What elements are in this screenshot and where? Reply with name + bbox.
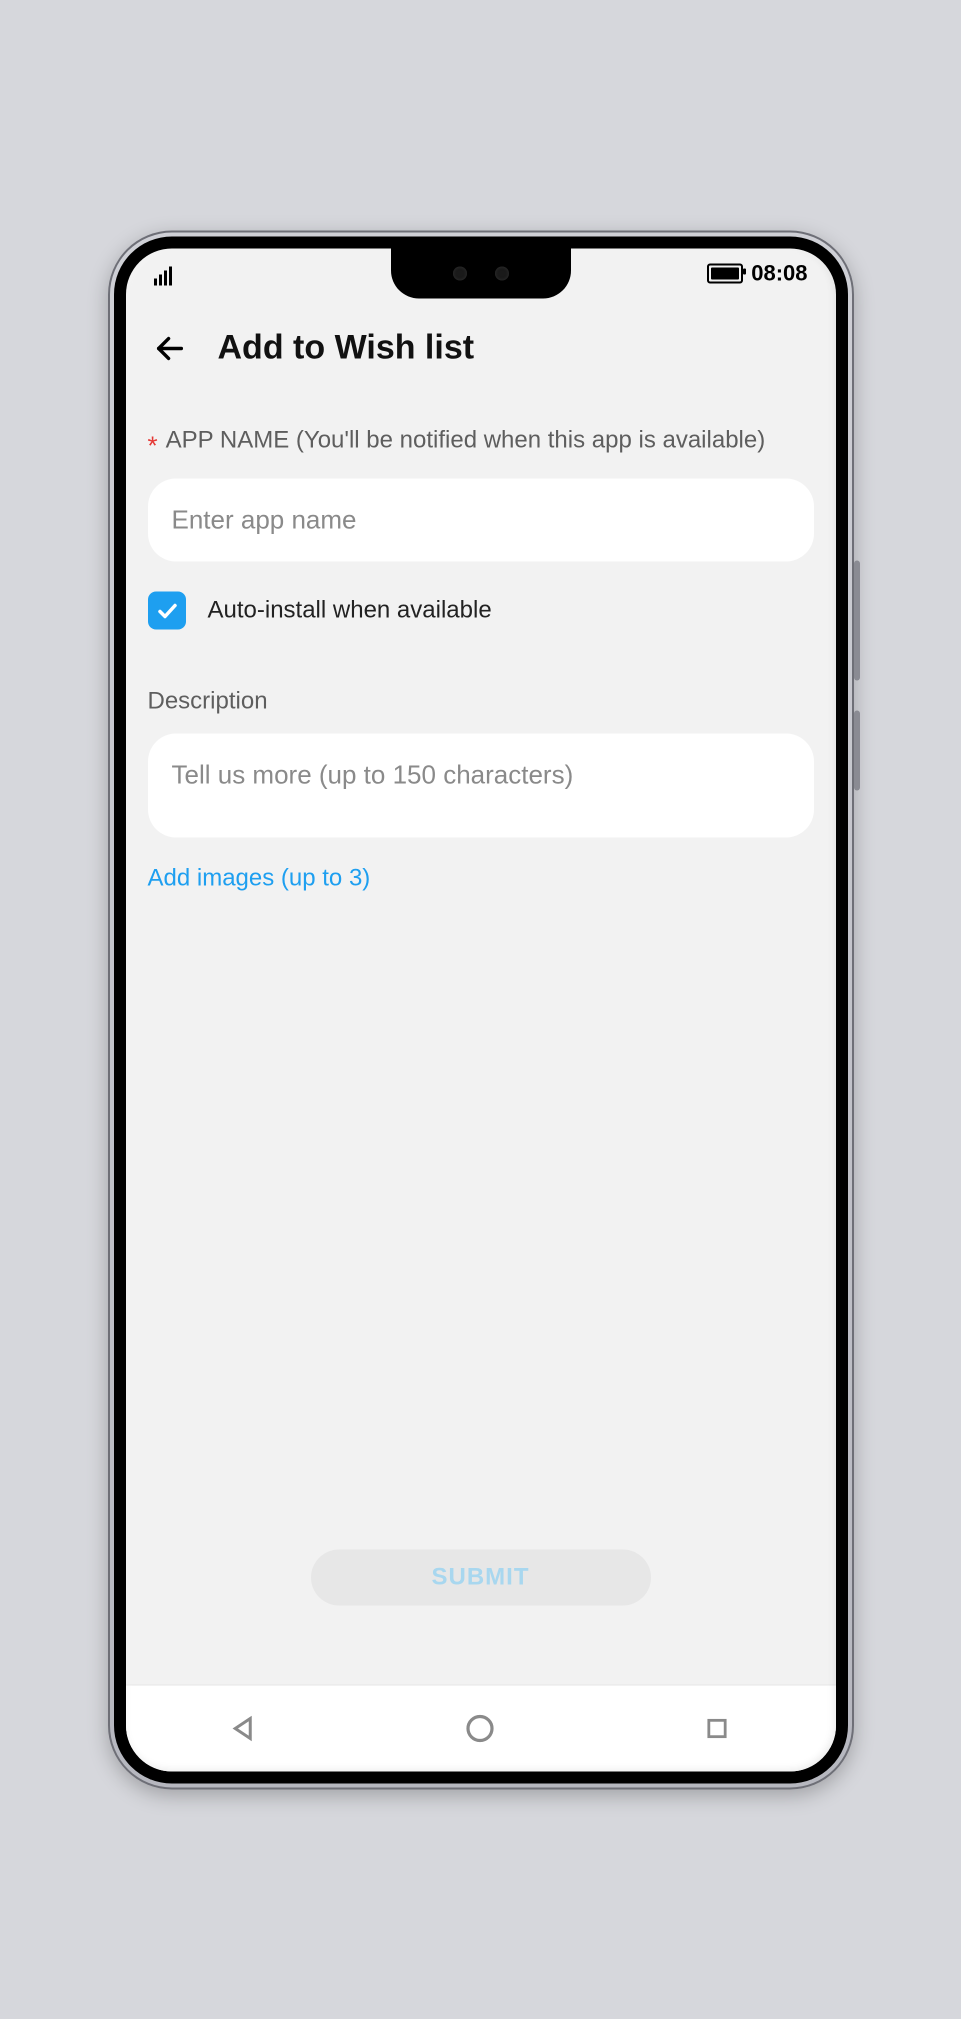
app-name-label-row: * APP NAME (You'll be notified when this…	[148, 424, 814, 458]
description-label: Description	[148, 687, 814, 715]
auto-install-row: Auto-install when available	[148, 591, 814, 629]
description-input[interactable]	[148, 733, 814, 837]
front-sensor-icon	[495, 266, 509, 280]
nav-back-button[interactable]	[214, 1698, 274, 1758]
side-button	[854, 710, 860, 790]
side-button	[854, 560, 860, 680]
circle-home-icon	[464, 1712, 496, 1744]
android-nav-bar	[126, 1684, 836, 1771]
add-images-link[interactable]: Add images (up to 3)	[148, 864, 814, 892]
notch	[391, 248, 571, 298]
arrow-left-icon	[153, 331, 187, 365]
page-title: Add to Wish list	[218, 329, 475, 368]
check-icon	[155, 598, 179, 622]
app-name-label: APP NAME (You'll be notified when this a…	[166, 424, 766, 456]
app-header: Add to Wish list	[126, 328, 836, 368]
square-recent-icon	[703, 1714, 731, 1742]
nav-home-button[interactable]	[450, 1698, 510, 1758]
required-marker: *	[148, 432, 158, 458]
back-button[interactable]	[150, 328, 190, 368]
screen: 08:08 Add to Wish list	[126, 248, 836, 1771]
signal-icon	[154, 261, 172, 286]
nav-recent-button[interactable]	[687, 1698, 747, 1758]
phone-frame: 08:08 Add to Wish list	[108, 230, 854, 1789]
auto-install-label: Auto-install when available	[208, 596, 492, 624]
wishlist-form: * APP NAME (You'll be notified when this…	[126, 424, 836, 1641]
triangle-back-icon	[229, 1713, 259, 1743]
front-camera-icon	[453, 266, 467, 280]
submit-button[interactable]: SUBMIT	[311, 1549, 651, 1605]
status-clock: 08:08	[751, 260, 807, 286]
battery-icon	[707, 263, 743, 283]
auto-install-checkbox[interactable]	[148, 591, 186, 629]
app-name-input[interactable]	[148, 478, 814, 561]
